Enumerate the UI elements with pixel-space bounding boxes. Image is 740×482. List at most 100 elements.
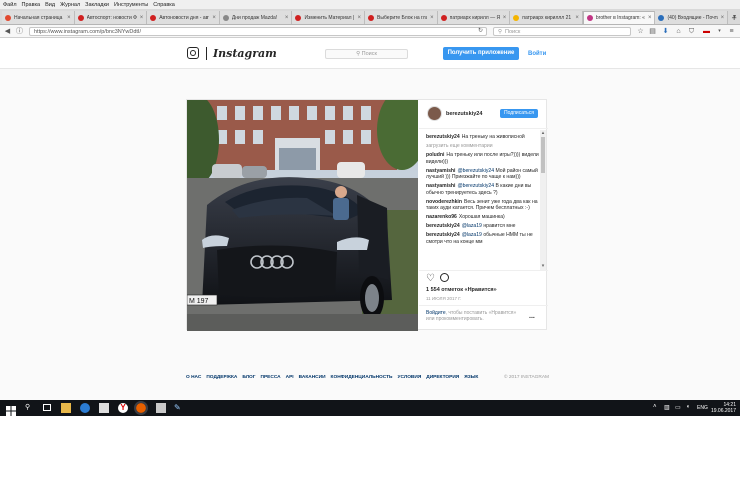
instagram-search-input[interactable]: ⚲ Поиск xyxy=(325,49,408,59)
battery-icon[interactable]: ▭ xyxy=(675,404,681,411)
comment-mention[interactable]: @laza19 xyxy=(462,223,482,229)
bookmark-star-icon[interactable]: ☆ xyxy=(636,27,645,36)
footer-link[interactable]: ВАКАНСИИ xyxy=(299,375,326,385)
edge-browser-icon[interactable] xyxy=(80,403,90,413)
language-indicator[interactable]: ENG xyxy=(697,405,708,411)
volume-icon[interactable]: ◖ xyxy=(686,404,690,410)
tab-close-icon[interactable]: × xyxy=(721,15,725,21)
comment-username[interactable]: novoderezhkin xyxy=(426,199,462,205)
reload-icon[interactable]: ↻ xyxy=(476,27,485,36)
tab-close-icon[interactable]: × xyxy=(648,15,652,21)
browser-tab[interactable]: Автоновости дня - авт × xyxy=(147,11,220,24)
tab-close-icon[interactable]: × xyxy=(430,15,434,21)
login-prompt: Войдите, чтобы поставить «Нравится» или … xyxy=(426,310,526,323)
caption-username[interactable]: berezutskiy24 xyxy=(426,134,460,140)
footer-link[interactable]: ПРЕССА xyxy=(261,375,281,385)
comment-username[interactable]: nastyamishi xyxy=(426,183,455,189)
flag-icon[interactable]: ▬ xyxy=(702,27,711,36)
search-icon[interactable]: ⚲ xyxy=(25,403,35,413)
instagram-camera-icon[interactable] xyxy=(187,47,199,59)
tab-close-icon[interactable]: × xyxy=(503,15,507,21)
menu-item[interactable]: Закладки xyxy=(85,2,109,8)
post-photo[interactable]: М 197 xyxy=(187,100,418,331)
login-link[interactable]: Войти xyxy=(528,51,546,57)
menu-item[interactable]: Инструменты xyxy=(114,2,148,8)
footer-link[interactable]: ПОДДЕРЖКА xyxy=(206,375,237,385)
page-content: Instagram ⚲ Поиск Получить приложение Во… xyxy=(0,39,740,400)
scroll-down-icon[interactable]: ▾ xyxy=(540,263,546,269)
menu-item[interactable]: Вид xyxy=(45,2,55,8)
comments-scrollbar[interactable]: ▴ ▾ xyxy=(540,130,546,270)
footer-link[interactable]: УСЛОВИЯ xyxy=(398,375,422,385)
load-more-comments-link[interactable]: загрузить еще комментарии xyxy=(426,143,539,150)
clipboard-icon[interactable]: ▤ xyxy=(648,27,657,36)
browser-search-input[interactable]: ⚲ Поиск xyxy=(493,27,631,36)
comment-username[interactable]: nazarenko96 xyxy=(426,214,457,220)
browser-tab[interactable]: Дни продаж Mazda! × xyxy=(219,11,293,24)
browser-tab[interactable]: (40) Входящие - Почта × xyxy=(655,11,729,24)
comment-mention[interactable]: @berezutskiy24 xyxy=(457,183,494,189)
tab-close-icon[interactable]: × xyxy=(358,15,362,21)
menu-item[interactable]: Журнал xyxy=(60,2,80,8)
footer-link[interactable]: КОНФИДЕНЦИАЛЬНОСТЬ xyxy=(331,375,393,385)
browser-tab[interactable]: brother в Instagram: «Н × xyxy=(582,11,656,24)
comment-username[interactable]: nastyamishi xyxy=(426,168,455,174)
network-icon[interactable]: ▥ xyxy=(664,404,670,411)
browser-tab[interactable]: Начальная страница × xyxy=(2,11,75,24)
get-app-button[interactable]: Получить приложение xyxy=(443,47,519,60)
browser-tab[interactable]: патриарх кириллл 21 × xyxy=(510,11,583,24)
tab-close-icon[interactable]: × xyxy=(285,15,289,21)
tab-close-icon[interactable]: × xyxy=(67,15,71,21)
scroll-up-icon[interactable]: ▴ xyxy=(540,130,546,136)
comment-username[interactable]: berezutskiy24 xyxy=(426,232,460,238)
follow-button[interactable]: Подписаться xyxy=(500,109,538,118)
tab-list-chevron-icon[interactable]: ▾ xyxy=(733,13,736,20)
menu-item[interactable]: Файл xyxy=(3,2,17,8)
comment-mention[interactable]: @berezutskiy24 xyxy=(457,168,494,174)
footer-link[interactable]: БЛОГ xyxy=(242,375,255,385)
author-username[interactable]: berezutskiy24 xyxy=(446,111,482,117)
clock[interactable]: 14:21 19.06.2017 xyxy=(711,402,736,414)
yandex-browser-icon[interactable]: Y xyxy=(118,403,128,413)
menu-item[interactable]: Справка xyxy=(153,2,175,8)
footer-link[interactable]: ДИРЕКТОРИЯ xyxy=(426,375,459,385)
tab-strip: Начальная страница × Автоспорт: новости Ф ×… xyxy=(0,9,740,25)
avatar[interactable] xyxy=(427,106,442,121)
browser-tab[interactable]: Выберите Блок на глав × xyxy=(365,11,438,24)
browser-tab[interactable]: патриарх кирилл — Я × xyxy=(437,11,511,24)
tab-close-icon[interactable]: × xyxy=(212,15,216,21)
url-bar[interactable]: https://www.instagram.com/p/bnc3NYwDdtI/ xyxy=(29,27,487,36)
task-view-icon[interactable] xyxy=(43,404,51,411)
footer-link[interactable]: ЯЗЫК xyxy=(464,375,478,385)
app-feather-icon[interactable]: ✎ xyxy=(174,403,184,413)
tab-close-icon[interactable]: × xyxy=(140,15,144,21)
tab-close-icon[interactable]: × xyxy=(575,15,579,21)
hamburger-menu-icon[interactable]: ≡ xyxy=(727,27,736,36)
shield-icon[interactable]: ⛉ xyxy=(687,27,696,36)
info-icon[interactable]: ⓘ xyxy=(15,27,24,36)
browser-tab[interactable]: Автоспорт: новости Ф × xyxy=(74,11,148,24)
dropdown-icon[interactable]: ▾ xyxy=(715,27,724,36)
download-icon[interactable]: ⬇ xyxy=(661,27,670,36)
store-icon[interactable] xyxy=(99,403,109,413)
scrollbar-thumb[interactable] xyxy=(541,137,545,173)
footer-link[interactable]: О НАС xyxy=(186,375,201,385)
comment-mention[interactable]: @laza19 xyxy=(462,232,482,238)
comment-username[interactable]: poludni xyxy=(426,152,444,158)
instagram-logo[interactable]: Instagram xyxy=(213,47,277,60)
file-explorer-icon[interactable] xyxy=(61,403,71,413)
comment-bubble-icon[interactable] xyxy=(440,273,449,282)
comment-username[interactable]: berezutskiy24 xyxy=(426,223,460,229)
home-icon[interactable]: ⌂ xyxy=(674,27,683,36)
back-icon[interactable]: ◀ xyxy=(3,27,12,36)
firefox-icon[interactable] xyxy=(134,401,148,415)
browser-tab[interactable]: Изменить Материал | × xyxy=(292,11,366,24)
tray-chevron-icon[interactable]: ˄ xyxy=(653,404,657,410)
like-heart-icon[interactable]: ♡ xyxy=(426,273,435,284)
login-prompt-link[interactable]: Войдите xyxy=(426,310,446,316)
document-app-icon[interactable] xyxy=(156,403,166,413)
windows-start-icon[interactable] xyxy=(6,403,16,416)
footer-link[interactable]: API xyxy=(286,375,294,385)
menu-item[interactable]: Правка xyxy=(22,2,41,8)
more-options-icon[interactable]: ... xyxy=(529,313,535,320)
